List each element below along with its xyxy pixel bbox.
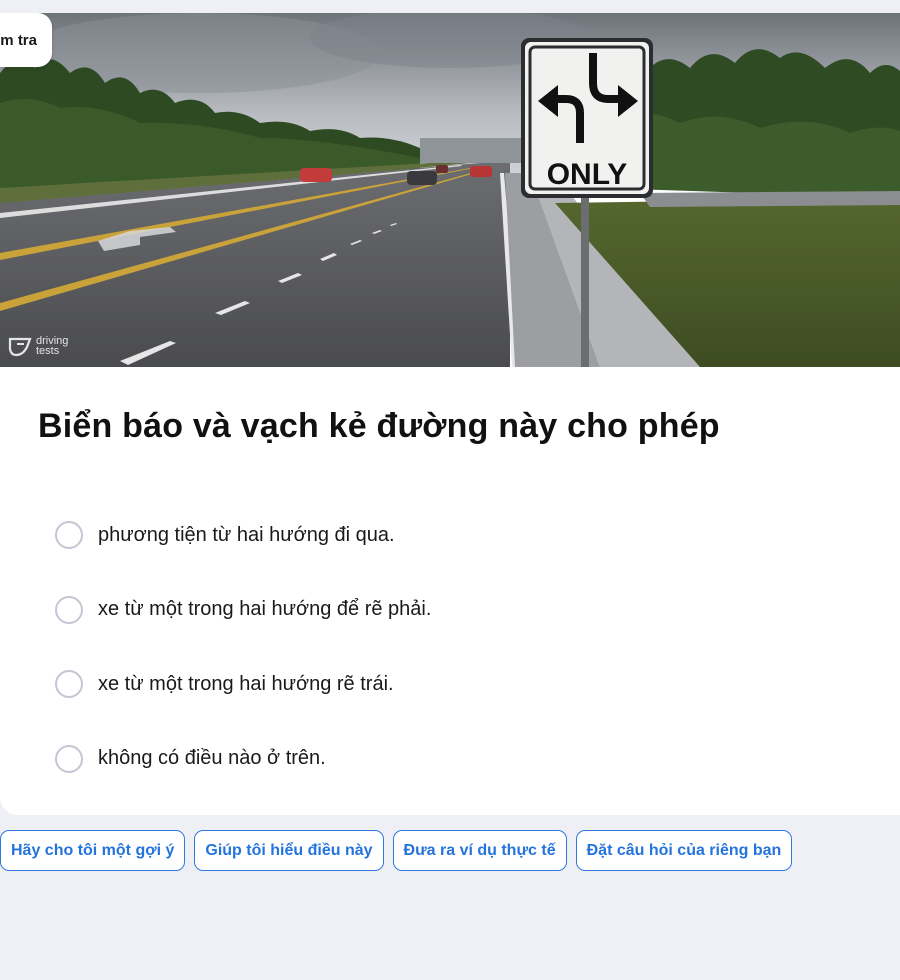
suggestion-chips: Hãy cho tôi một gợi ý Giúp tôi hiểu điều… [0,830,793,871]
road-sign-photo: ONLY [0,13,900,367]
question-text: Biển báo và vạch kẻ đường này cho phép [38,407,720,445]
radio-button[interactable] [55,595,83,624]
radio-button[interactable] [55,521,83,549]
answer-option[interactable]: xe từ một trong hai hướng để rẽ phải. [55,595,835,625]
watermark-logo: driving tests [8,335,68,357]
answer-option-label: xe từ một trong hai hướng rẽ trái. [98,672,394,695]
real-example-button[interactable]: Đưa ra ví dụ thực tế [392,830,567,871]
answer-options: phương tiện từ hai hướng đi qua. xe từ m… [55,520,835,815]
explain-button[interactable]: Giúp tôi hiểu điều này [194,830,384,871]
ask-own-question-button[interactable]: Đặt câu hỏi của riêng bạn [575,830,793,871]
radio-button[interactable] [55,744,83,773]
answer-option-label: xe từ một trong hai hướng để rẽ phải. [98,598,432,620]
question-card: ONLY driving tests Kiểm tra Biển báo và … [0,13,900,815]
answer-option-label: phương tiện từ hai hướng đi qua. [98,523,395,546]
answer-option-label: không có điều nào ở trên. [98,747,326,769]
check-badge-label: Kiểm tra [0,31,37,49]
hint-button[interactable]: Hãy cho tôi một gợi ý [0,830,186,871]
watermark-line2: tests [36,345,60,357]
answer-option[interactable]: phương tiện từ hai hướng đi qua. [55,520,835,550]
answer-option[interactable]: xe từ một trong hai hướng rẽ trái. [55,669,835,699]
answer-option[interactable]: không có điều nào ở trên. [55,744,835,774]
radio-button[interactable] [55,670,83,698]
driving-tests-logo-icon [8,337,32,357]
sign-text: ONLY [547,158,628,191]
check-badge[interactable]: Kiểm tra [0,13,52,67]
question-image: ONLY driving tests [0,13,900,367]
